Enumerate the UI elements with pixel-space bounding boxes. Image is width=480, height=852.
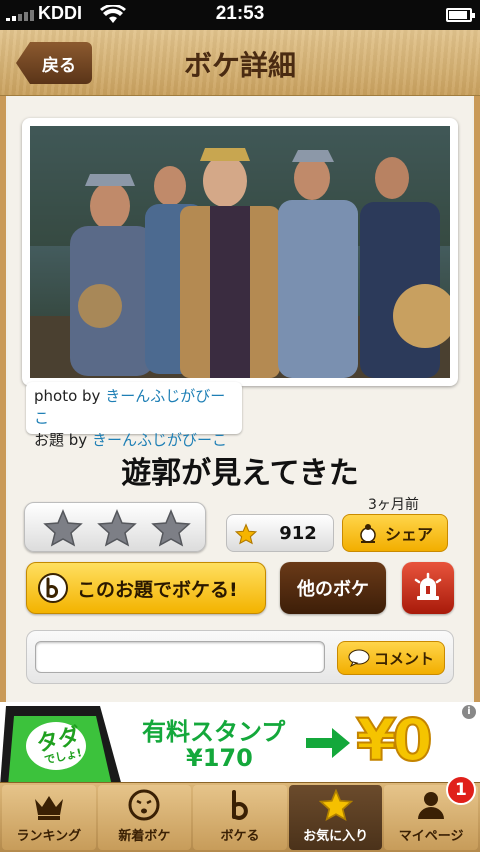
photo-by-label: photo by [34, 387, 101, 405]
comment-button[interactable]: コメント [337, 641, 445, 675]
timestamp: 3ヶ月前 [368, 497, 419, 513]
ad-price: ¥170 [186, 744, 253, 772]
share-button[interactable]: シェア [342, 514, 448, 552]
tab-ranking[interactable]: ランキング [2, 785, 96, 850]
notification-badge: 1 [445, 775, 476, 805]
siren-icon [414, 572, 442, 600]
tab-boke[interactable]: ボケる [193, 785, 287, 850]
boke-button-label: このお題でボケる! [77, 578, 238, 601]
crown-icon [34, 796, 63, 820]
boke-b-icon [231, 790, 248, 820]
tab-bar: ランキング 新着ボケ ボケる お気に入り マイページ 1 [0, 775, 480, 852]
comment-input[interactable] [35, 641, 325, 673]
star-icon [235, 523, 257, 545]
clock: 21:53 [215, 3, 265, 24]
comment-label: コメント [373, 649, 434, 668]
arrow-right-icon [306, 728, 350, 758]
tab-favorites[interactable]: お気に入り [288, 785, 383, 850]
star-icon[interactable] [97, 509, 137, 547]
boke-button[interactable]: このお題でボケる! [26, 562, 266, 614]
star-icon[interactable] [151, 509, 191, 547]
favorite-count: 912 [279, 522, 317, 544]
info-icon[interactable]: i [462, 705, 476, 719]
tab-label: マイページ [398, 829, 464, 844]
report-button[interactable] [402, 562, 454, 614]
share-label: シェア [384, 525, 433, 544]
boke-photo[interactable] [30, 126, 450, 378]
credit-box: photo by きーんふじがびーこ お題 by きーんふじがびーこ [26, 382, 242, 449]
other-boke-button[interactable]: 他のボケ [280, 562, 386, 614]
tab-new-boke[interactable]: 新着ボケ [97, 785, 192, 850]
ad-title: 有料スタンプ [142, 718, 286, 746]
rating-stars[interactable] [24, 502, 206, 552]
page-title: ボケ詳細 [183, 49, 296, 82]
odai-by-label: お題 by [34, 431, 88, 449]
status-bar: KDDI 21:53 [0, 0, 480, 30]
face-icon [128, 789, 160, 821]
speech-bubble-icon [348, 649, 370, 667]
photo-image [30, 126, 450, 378]
comment-bar: コメント [26, 630, 454, 684]
star-icon[interactable] [43, 509, 83, 547]
odai-by-link[interactable]: きーんふじがびーこ [92, 431, 227, 449]
boke-b-icon [38, 573, 68, 603]
photo-credit: photo by きーんふじがびーこ [34, 385, 234, 429]
tab-label: ボケる [220, 829, 260, 844]
tab-label: ランキング [16, 829, 82, 844]
ad-promo: ¥0 [355, 705, 434, 775]
nav-bar: 戻る ボケ詳細 [0, 30, 480, 96]
tab-label: 新着ボケ [118, 829, 171, 844]
star-icon [318, 789, 353, 821]
tab-label: お気に入り [303, 829, 369, 844]
boke-text: 遊郭が見えてきた [121, 456, 359, 491]
person-icon [418, 792, 445, 819]
share-icon [360, 524, 376, 543]
ad-banner[interactable]: タダ でしょ! 有料スタンプ ¥170 ¥0 i [0, 702, 480, 782]
tab-my-page[interactable]: マイページ 1 [384, 775, 478, 850]
battery-icon [446, 8, 475, 22]
favorite-count-box: 912 [226, 514, 334, 552]
